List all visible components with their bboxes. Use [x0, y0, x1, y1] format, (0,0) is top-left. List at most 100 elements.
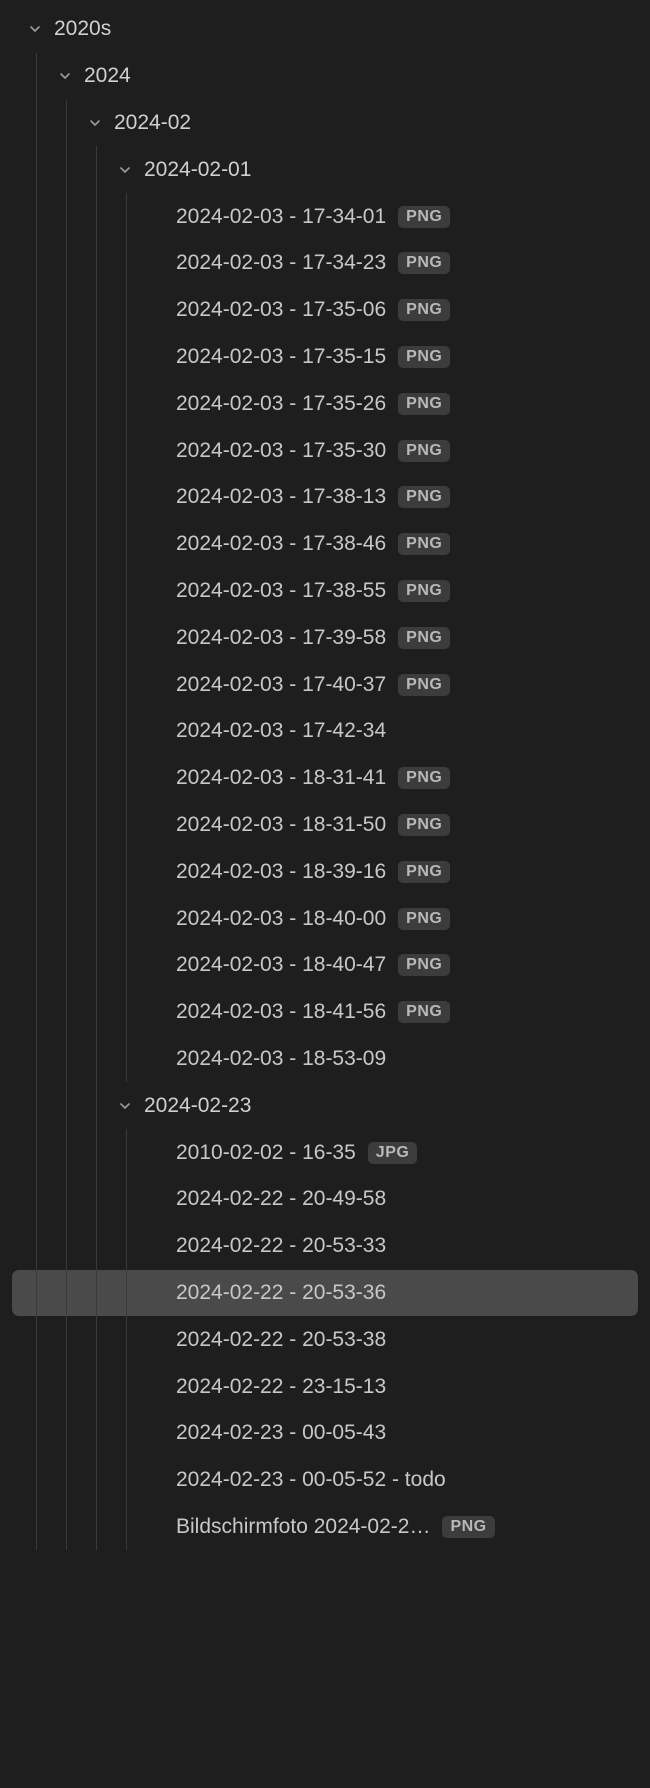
indent-guides — [0, 1176, 120, 1223]
chevron-down-icon[interactable] — [26, 20, 44, 38]
indent-guides — [0, 1082, 90, 1129]
filetype-badge: PNG — [398, 627, 450, 649]
tree-file[interactable]: 2024-02-03 - 17-39-58 PNG — [0, 614, 650, 661]
tree-file[interactable]: 2024-02-03 - 17-34-23 PNG — [0, 240, 650, 287]
indent-guides — [0, 708, 120, 755]
tree-file[interactable]: 2024-02-03 - 17-35-30PNG — [0, 427, 650, 474]
tree-file[interactable]: 2024-02-23 - 00-05-43 — [0, 1410, 650, 1457]
tree-file[interactable]: 2024-02-23 - 00-05-52 - todo — [0, 1457, 650, 1504]
item-label: 2024 — [84, 64, 131, 88]
filetype-badge: PNG — [398, 346, 450, 368]
filetype-badge: PNG — [398, 954, 450, 976]
tree-file[interactable]: 2024-02-03 - 18-31-50PNG — [0, 802, 650, 849]
item-label: 2024-02-03 - 17-42-34 — [176, 719, 386, 743]
item-label: 2024-02-03 - 17-34-01 — [176, 205, 386, 229]
indent-guides — [0, 146, 90, 193]
indent-guides — [0, 287, 120, 334]
item-label: 2024-02-22 - 23-15-13 — [176, 1375, 386, 1399]
tree-file[interactable]: 2024-02-22 - 20-53-38 — [0, 1316, 650, 1363]
item-label: 2024-02-03 - 17-34-23 — [176, 251, 386, 275]
tree-file[interactable]: 2024-02-03 - 17-40-37 PNG — [0, 661, 650, 708]
filetype-badge: PNG — [398, 767, 450, 789]
tree-file[interactable]: 2024-02-22 - 23-15-13 — [0, 1363, 650, 1410]
tree-file[interactable]: 2010-02-02 - 16-35 JPG — [0, 1129, 650, 1176]
tree-file[interactable]: 2024-02-22 - 20-53-36 — [12, 1270, 638, 1317]
item-label: 2024-02-03 - 18-31-41 — [176, 766, 386, 790]
indent-guides — [0, 614, 120, 661]
filetype-badge: PNG — [398, 861, 450, 883]
chevron-down-icon[interactable] — [116, 161, 134, 179]
filetype-badge: PNG — [398, 674, 450, 696]
chevron-down-icon[interactable] — [86, 114, 104, 132]
tree-folder[interactable]: 2020s — [0, 6, 650, 53]
tree-file[interactable]: 2024-02-03 - 18-31-41 PNG — [0, 755, 650, 802]
item-label: 2010-02-02 - 16-35 — [176, 1141, 356, 1165]
indent-guides — [0, 661, 120, 708]
tree-file[interactable]: 2024-02-03 - 18-41-56PNG — [0, 989, 650, 1036]
tree-file[interactable]: 2024-02-03 - 17-35-06 PNG — [0, 287, 650, 334]
item-label: 2024-02-03 - 18-39-16 — [176, 860, 386, 884]
filetype-badge: PNG — [398, 533, 450, 555]
indent-guides — [0, 1270, 120, 1317]
filetype-badge: PNG — [398, 486, 450, 508]
item-label: 2024-02-03 - 17-38-13 — [176, 485, 386, 509]
filetype-badge: PNG — [398, 440, 450, 462]
indent-guides — [0, 380, 120, 427]
filetype-badge: PNG — [398, 580, 450, 602]
tree-file[interactable]: 2024-02-03 - 17-35-15PNG — [0, 334, 650, 381]
indent-guides — [0, 474, 120, 521]
indent-guides — [0, 427, 120, 474]
item-label: 2024-02-03 - 17-35-06 — [176, 298, 386, 322]
tree-file[interactable]: 2024-02-03 - 18-53-09 — [0, 1036, 650, 1083]
tree-file[interactable]: 2024-02-03 - 17-35-26 PNG — [0, 380, 650, 427]
item-label: 2024-02-03 - 18-40-47 — [176, 953, 386, 977]
item-label: 2024-02-23 - 00-05-43 — [176, 1421, 386, 1445]
tree-file[interactable]: 2024-02-03 - 17-42-34 — [0, 708, 650, 755]
indent-guides — [0, 1223, 120, 1270]
indent-guides — [0, 1316, 120, 1363]
tree-file[interactable]: 2024-02-22 - 20-49-58 — [0, 1176, 650, 1223]
chevron-down-icon[interactable] — [116, 1097, 134, 1115]
tree-folder[interactable]: 2024-02-23 — [0, 1082, 650, 1129]
tree-file[interactable]: 2024-02-03 - 17-38-46 PNG — [0, 521, 650, 568]
indent-guides — [0, 1457, 120, 1504]
filetype-badge: PNG — [398, 206, 450, 228]
indent-guides — [0, 193, 120, 240]
filetype-badge: PNG — [398, 814, 450, 836]
indent-guides — [0, 848, 120, 895]
item-label: 2024-02-03 - 17-39-58 — [176, 626, 386, 650]
indent-guides — [0, 802, 120, 849]
tree-file[interactable]: 2024-02-03 - 18-39-16 PNG — [0, 848, 650, 895]
indent-guides — [0, 1129, 120, 1176]
filetype-badge: PNG — [398, 393, 450, 415]
tree-folder[interactable]: 2024-02 — [0, 100, 650, 147]
tree-file[interactable]: 2024-02-22 - 20-53-33 — [0, 1223, 650, 1270]
item-label: 2024-02-03 - 18-53-09 — [176, 1047, 386, 1071]
tree-file[interactable]: Bildschirmfoto 2024-02-2…PNG — [0, 1504, 650, 1551]
item-label: 2024-02-22 - 20-53-33 — [176, 1234, 386, 1258]
item-label: 2024-02-03 - 17-38-55 — [176, 579, 386, 603]
tree-file[interactable]: 2024-02-03 - 17-38-55 PNG — [0, 568, 650, 615]
tree-folder[interactable]: 2024-02-01 — [0, 146, 650, 193]
item-label: 2024-02-03 - 17-40-37 — [176, 673, 386, 697]
filetype-badge: PNG — [398, 299, 450, 321]
indent-guides — [0, 989, 120, 1036]
item-label: 2024-02-23 - 00-05-52 - todo — [176, 1468, 446, 1492]
item-label: 2024-02-23 — [144, 1094, 251, 1118]
tree-file[interactable]: 2024-02-03 - 18-40-00PNG — [0, 895, 650, 942]
indent-guides — [0, 334, 120, 381]
indent-guides — [0, 521, 120, 568]
indent-guides — [0, 100, 60, 147]
filetype-badge: JPG — [368, 1142, 418, 1164]
filetype-badge: PNG — [398, 252, 450, 274]
indent-guides — [0, 1504, 120, 1551]
tree-file[interactable]: 2024-02-03 - 17-38-13 PNG — [0, 474, 650, 521]
tree-file[interactable]: 2024-02-03 - 18-40-47 PNG — [0, 942, 650, 989]
item-label: 2024-02-03 - 17-38-46 — [176, 532, 386, 556]
item-label: Bildschirmfoto 2024-02-2… — [176, 1515, 430, 1539]
tree-folder[interactable]: 2024 — [0, 53, 650, 100]
tree-file[interactable]: 2024-02-03 - 17-34-01 PNG — [0, 193, 650, 240]
item-label: 2024-02-03 - 17-35-26 — [176, 392, 386, 416]
file-tree: 2020s20242024-022024-02-012024-02-03 - 1… — [0, 6, 650, 1550]
chevron-down-icon[interactable] — [56, 67, 74, 85]
